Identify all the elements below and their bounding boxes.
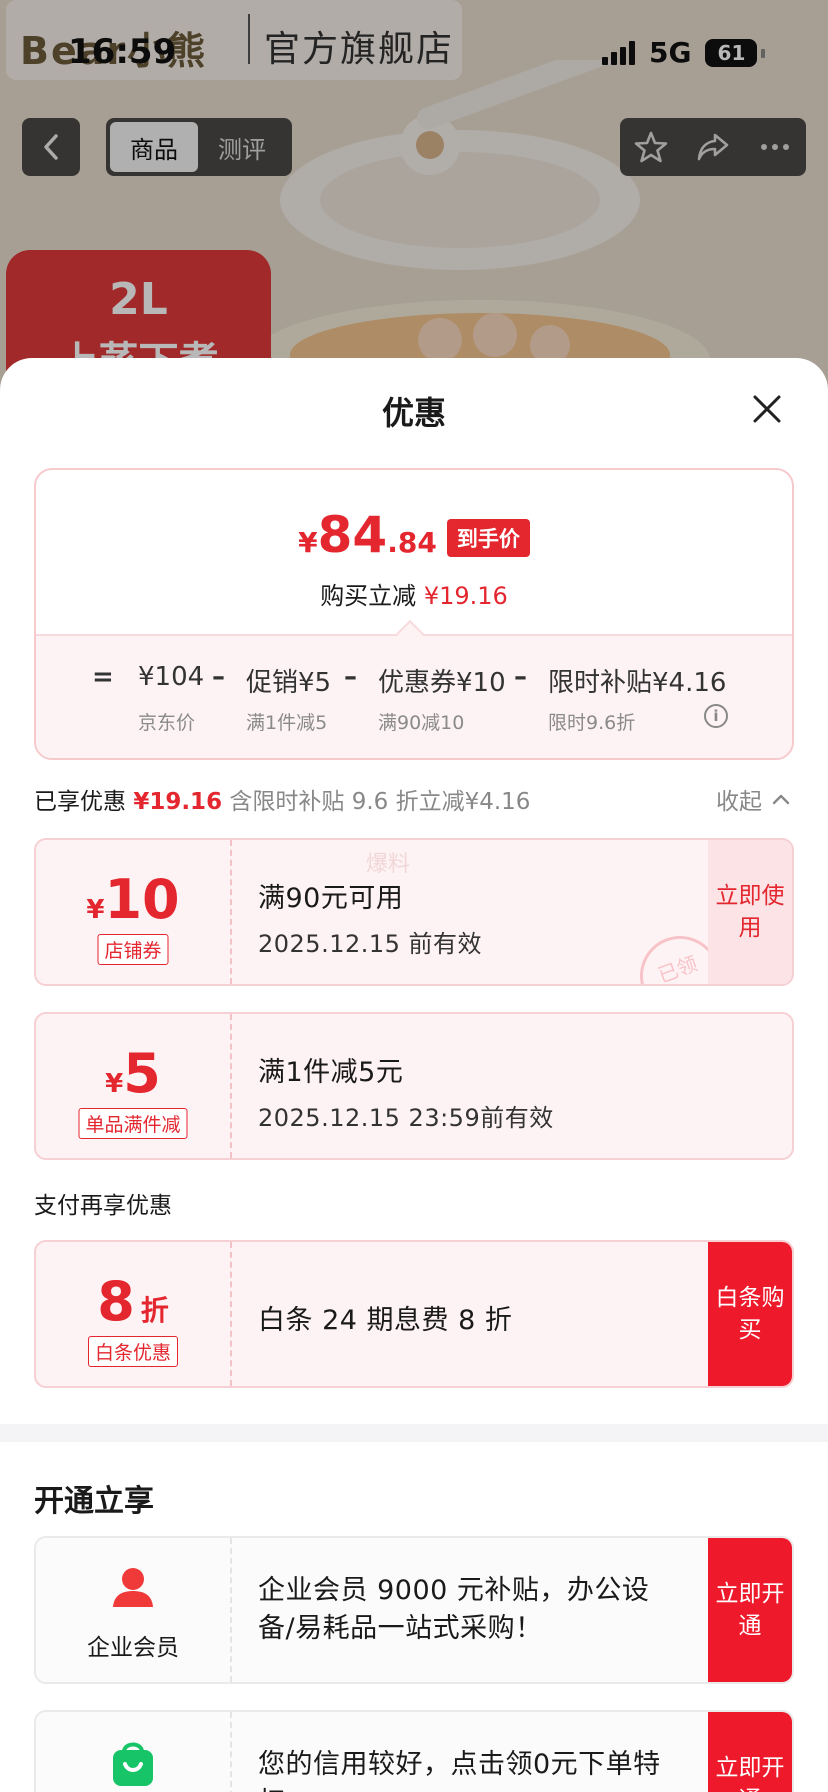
close-icon[interactable]	[746, 388, 788, 430]
offer-type-tag: 白条优惠	[87, 1336, 179, 1367]
enterprise-member-card: 企业会员 企业会员 9000 元补贴，办公设备/易耗品一站式采购！ 立即开通	[34, 1536, 794, 1684]
coupon-expiry: 2025.12.15 前有效	[258, 930, 483, 958]
user-icon	[113, 1568, 153, 1607]
price-formula: = ¥104 – 促销¥5 – 优惠券¥10 – 限时补贴¥4.16 京东价 满…	[36, 634, 792, 758]
discount-sheet: 优惠 ¥ 84 .84 到手价 购买立减 ¥19.16 = ¥104 – 促销¥…	[0, 358, 828, 1792]
coupon-condition: 满90元可用	[258, 883, 404, 914]
pay-section-title: 支付再享优惠	[34, 1193, 172, 1219]
open-section-title: 开通立享	[34, 1484, 154, 1519]
sheet-title: 优惠	[381, 394, 446, 432]
member-description: 您的信用较好，点击领0元下单特权	[258, 1749, 661, 1792]
baitiao-offer-card: 8折 白条优惠 白条 24 期息费 8 折 白条购买	[34, 1240, 794, 1388]
section-divider	[0, 1424, 828, 1442]
shopping-bag-icon	[113, 1742, 153, 1786]
info-icon[interactable]: i	[704, 704, 728, 728]
shop-coupon-card: ¥10 店铺券 爆料 满90元可用 2025.12.15 前有效 已领 立即使用	[34, 838, 794, 986]
formula-promo-note: 满1件减5	[246, 712, 328, 734]
credit-privilege-card: 您的信用较好，点击领0元下单特权 立即开通	[34, 1710, 794, 1792]
enjoyed-discount-summary: 已享优惠 ¥19.16 含限时补贴 9.6 折立减¥4.16	[34, 789, 531, 815]
formula-equals: =	[92, 662, 114, 692]
member-description: 企业会员 9000 元补贴，办公设备/易耗品一站式采购！	[258, 1575, 650, 1644]
coupon-condition: 满1件减5元	[258, 1057, 404, 1088]
modal-overlay[interactable]	[0, 0, 828, 400]
coupon-value: ¥10	[86, 868, 180, 931]
formula-subsidy-note: 限时9.6折	[548, 712, 636, 734]
watermark-text: 爆料	[366, 852, 411, 877]
formula-subsidy: 限时补贴¥4.16	[548, 668, 727, 698]
price-breakdown-card: ¥ 84 .84 到手价 购买立减 ¥19.16 = ¥104 – 促销¥5 –…	[34, 468, 794, 760]
formula-coupon-note: 满90减10	[378, 712, 465, 734]
offer-description: 白条 24 期息费 8 折	[258, 1305, 513, 1336]
coupon-type-tag: 店铺券	[97, 934, 169, 965]
offer-value: 8折	[97, 1270, 169, 1333]
baitiao-buy-button[interactable]: 白条购买	[708, 1242, 792, 1386]
collapse-button[interactable]: 收起	[716, 782, 790, 816]
open-member-button[interactable]: 立即开通	[708, 1538, 792, 1682]
coupon-expiry: 2025.12.15 23:59前有效	[258, 1104, 554, 1132]
purchase-discount: 购买立减 ¥19.16	[320, 582, 508, 610]
coupon-type-tag: 单品满件减	[78, 1108, 188, 1139]
formula-minus: –	[344, 662, 357, 692]
final-price: ¥ 84 .84 到手价	[36, 506, 792, 564]
member-name: 企业会员	[87, 1635, 179, 1661]
use-coupon-button[interactable]: 立即使用	[708, 840, 792, 984]
formula-promo: 促销¥5	[246, 668, 332, 698]
formula-minus: –	[212, 662, 225, 692]
coupon-value: ¥5	[105, 1042, 161, 1105]
formula-coupon: 优惠券¥10	[378, 668, 506, 698]
formula-base-note: 京东价	[138, 712, 196, 734]
open-credit-button[interactable]: 立即开通	[708, 1712, 792, 1792]
chevron-up-icon	[772, 794, 790, 805]
formula-minus: –	[514, 662, 527, 692]
item-discount-card: ¥5 单品满件减 满1件减5元 2025.12.15 23:59前有效	[34, 1012, 794, 1160]
formula-base: ¥104	[138, 662, 205, 692]
final-price-tag: 到手价	[446, 519, 530, 557]
